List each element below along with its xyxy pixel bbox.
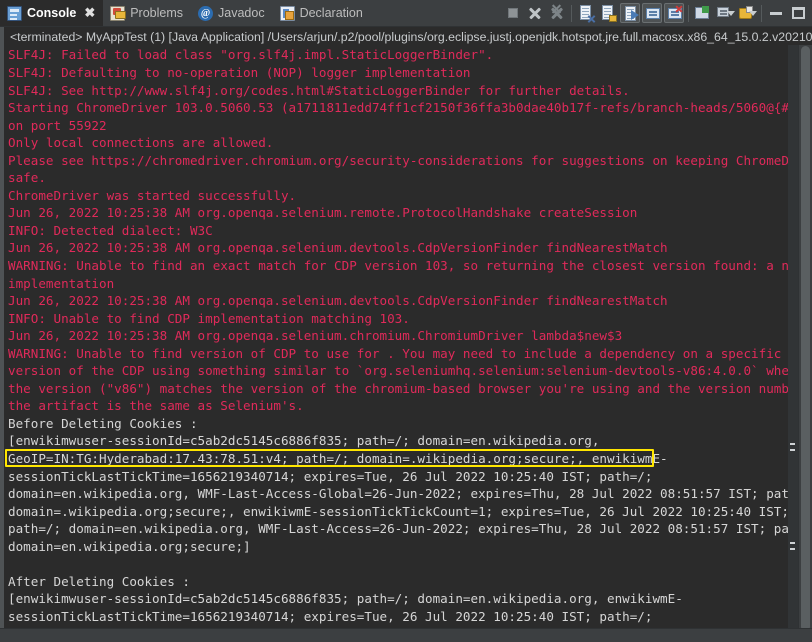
console-line: domain=en.wikipedia.org, WMF-Last-Access… bbox=[5, 485, 812, 503]
console-line: After Deleting Cookies : bbox=[5, 573, 812, 591]
console-line: domain=.wikipedia.org;secure;, enwikiwmE… bbox=[5, 503, 812, 521]
console-icon bbox=[7, 6, 22, 21]
overview-ruler bbox=[788, 45, 798, 627]
console-line: Before Deleting Cookies : bbox=[5, 415, 812, 433]
scroll-lock-button[interactable] bbox=[598, 3, 618, 23]
console-toolbar bbox=[502, 0, 812, 26]
toolbar-separator-2 bbox=[688, 5, 689, 22]
console-line: Only local connections are allowed. bbox=[5, 134, 812, 152]
console-tab-bar: Console ✖ Problems @ Javadoc Declaration bbox=[0, 0, 812, 27]
tab-problems-label: Problems bbox=[130, 0, 183, 27]
javadoc-icon: @ bbox=[198, 6, 213, 21]
clear-console-button[interactable] bbox=[576, 3, 596, 23]
declaration-icon bbox=[280, 6, 295, 21]
console-line: INFO: Unable to find CDP implementation … bbox=[5, 310, 812, 328]
bottom-strip bbox=[0, 628, 812, 642]
console-line: [enwikimwuser-sessionId=c5ab2dc5145c6886… bbox=[5, 432, 812, 450]
toolbar-separator-3 bbox=[761, 5, 762, 22]
console-output[interactable]: SLF4J: Failed to load class "org.slf4j.i… bbox=[4, 45, 812, 627]
tab-javadoc[interactable]: @ Javadoc bbox=[191, 0, 273, 26]
terminate-button[interactable] bbox=[503, 3, 523, 23]
console-line: SLF4J: Failed to load class "org.slf4j.i… bbox=[5, 46, 812, 64]
display-selected-console-button[interactable] bbox=[642, 3, 662, 23]
console-line: INFO: Detected dialect: W3C bbox=[5, 222, 812, 240]
toolbar-separator bbox=[571, 5, 572, 22]
process-description: <terminated> MyAppTest (1) [Java Applica… bbox=[0, 27, 812, 45]
close-icon[interactable]: ✖ bbox=[84, 5, 95, 21]
console-line: ChromeDriver was started successfully. bbox=[5, 187, 812, 205]
console-line: Jun 26, 2022 10:25:38 AM org.openqa.sele… bbox=[5, 239, 812, 257]
tab-console[interactable]: Console ✖ bbox=[0, 0, 103, 26]
console-line: path=/; domain=en.wikipedia.org, WMF-Las… bbox=[5, 520, 812, 538]
console-line: sessionTickLastTickTime=1656219340714; e… bbox=[5, 608, 812, 626]
console-line: Please see https://chromedriver.chromium… bbox=[5, 152, 812, 170]
tab-declaration[interactable]: Declaration bbox=[273, 0, 371, 26]
console-line: WARNING: Unable to find an exact match f… bbox=[5, 257, 812, 275]
show-console-on-output-button[interactable] bbox=[620, 3, 640, 23]
console-line: GeoIP=IN:TG:Hyderabad:17.43:78.51:v4; pa… bbox=[5, 450, 812, 468]
console-line: Jun 26, 2022 10:25:38 AM org.openqa.sele… bbox=[5, 292, 812, 310]
console-line: sessionTickLastTickTime=1656219340714; e… bbox=[5, 468, 812, 486]
tab-problems[interactable]: Problems bbox=[103, 0, 191, 26]
pin-console-button[interactable] bbox=[693, 3, 713, 23]
console-line: implementation bbox=[5, 275, 812, 293]
tab-console-label: Console bbox=[27, 0, 76, 27]
console-line: Starting ChromeDriver 103.0.5060.53 (a17… bbox=[5, 99, 812, 117]
remove-launch-button[interactable] bbox=[525, 3, 545, 23]
close-console-button[interactable] bbox=[664, 3, 684, 23]
monitor-dropdown-icon[interactable] bbox=[715, 3, 735, 23]
console-line: [enwikimwuser-sessionId=c5ab2dc5145c6886… bbox=[5, 590, 812, 608]
console-body: SLF4J: Failed to load class "org.slf4j.i… bbox=[0, 45, 812, 627]
console-line: Jun 26, 2022 10:25:38 AM org.openqa.sele… bbox=[5, 327, 812, 345]
console-line: the version ("v86") matches the version … bbox=[5, 380, 812, 398]
console-line bbox=[5, 555, 812, 573]
console-line: domain=en.wikipedia.org, WMF-Last-Access… bbox=[5, 625, 812, 627]
console-line: safe. bbox=[5, 169, 812, 187]
console-line: the artifact is the same as Selenium's. bbox=[5, 397, 812, 415]
vertical-scrollbar[interactable] bbox=[798, 45, 812, 627]
console-line: Jun 26, 2022 10:25:38 AM org.openqa.sele… bbox=[5, 204, 812, 222]
console-line: SLF4J: See http://www.slf4j.org/codes.ht… bbox=[5, 82, 812, 100]
new-console-dropdown-icon[interactable] bbox=[737, 3, 757, 23]
console-line: version of the CDP using something simil… bbox=[5, 362, 812, 380]
scrollbar-thumb[interactable] bbox=[801, 46, 810, 627]
remove-all-terminated-button[interactable] bbox=[547, 3, 567, 23]
console-line: domain=en.wikipedia.org;secure;] bbox=[5, 538, 812, 556]
problems-icon bbox=[110, 6, 125, 21]
minimize-button[interactable] bbox=[766, 3, 786, 23]
view-tabs: Console ✖ Problems @ Javadoc Declaration bbox=[0, 0, 371, 26]
maximize-button[interactable] bbox=[788, 3, 808, 23]
tab-declaration-label: Declaration bbox=[300, 0, 363, 27]
console-line: on port 55922 bbox=[5, 117, 812, 135]
console-line: SLF4J: Defaulting to no-operation (NOP) … bbox=[5, 64, 812, 82]
eclipse-console-view: Console ✖ Problems @ Javadoc Declaration bbox=[0, 0, 812, 642]
tab-javadoc-label: Javadoc bbox=[218, 0, 265, 27]
console-line: WARNING: Unable to find version of CDP t… bbox=[5, 345, 812, 363]
